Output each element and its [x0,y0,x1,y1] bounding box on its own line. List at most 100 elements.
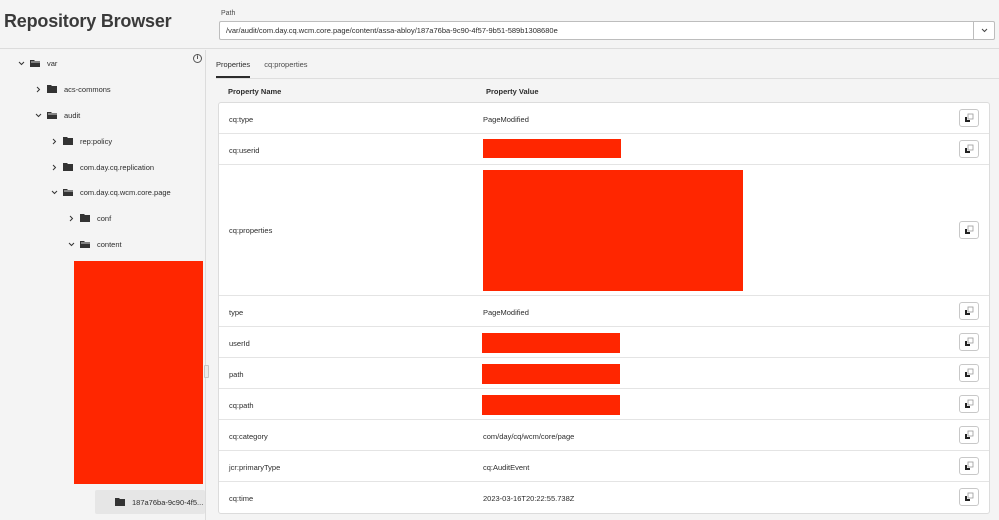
tree-node-wcm-core-page[interactable]: com.day.cq.wcm.core.page [49,184,171,200]
tree-node-label: acs-commons [64,84,111,94]
chevron-right-icon[interactable] [49,164,59,171]
copy-button[interactable] [959,488,979,506]
chevron-right-icon[interactable] [33,86,43,93]
redacted-value [483,170,743,291]
table-row: cq:properties [219,165,989,296]
folder-open-icon [63,188,74,196]
tree-node-label: audit [64,110,81,120]
copy-icon [965,492,974,501]
table-row: cq:userid [219,134,989,165]
tab-bar: Properties cq:properties [216,50,322,78]
tree-node-conf[interactable]: conf [66,210,111,226]
chevron-down-icon[interactable] [16,61,26,66]
copy-icon [965,144,974,153]
copy-icon [965,337,974,346]
tree-node-audit[interactable]: audit [33,107,80,123]
folder-icon [115,498,126,506]
property-value: PageModified [483,308,529,317]
tab-properties[interactable]: Properties [216,50,251,78]
folder-open-icon [30,59,41,67]
table-row: type PageModified [219,296,989,327]
property-name: cq:path [229,401,254,410]
info-icon[interactable]: i [193,54,202,63]
tree-node-content[interactable]: content [66,236,122,252]
chevron-down-icon[interactable] [49,190,59,195]
redacted-tree-region [74,261,203,484]
property-name: userId [229,339,250,348]
copy-icon [965,430,974,439]
copy-icon [965,306,974,315]
chevron-right-icon[interactable] [66,215,76,222]
folder-open-icon [80,240,91,248]
page-title: Repository Browser [4,11,172,31]
copy-button[interactable] [959,333,979,351]
tree-node-label: var [47,58,58,68]
table-row: cq:time 2023-03-16T20:22:55.738Z [219,482,989,513]
tree-node-label: conf [97,213,112,223]
chevron-down-icon[interactable] [66,242,76,247]
copy-icon [965,225,974,234]
copy-button[interactable] [959,395,979,413]
redacted-value [482,364,620,384]
copy-icon [965,399,974,408]
table-row: cq:type PageModified [219,103,989,134]
property-name: cq:properties [229,226,273,235]
property-name: cq:type [229,115,254,124]
chevron-right-icon[interactable] [49,138,59,145]
property-value: cq:AuditEvent [483,463,530,472]
property-name: path [229,370,244,379]
copy-icon [965,461,974,470]
tree-node-rep-policy[interactable]: rep:policy [49,133,112,149]
copy-button[interactable] [959,302,979,320]
column-header-name: Property Name [228,87,282,96]
copy-button[interactable] [959,140,979,158]
properties-table: cq:type PageModified cq:userid cq:proper… [218,102,990,514]
tree-node-label: com.day.cq.replication [80,162,155,172]
path-input[interactable] [220,22,973,39]
copy-button[interactable] [959,109,979,127]
tab-cq-properties[interactable]: cq:properties [264,50,307,78]
property-value: com/day/cq/wcm/core/page [483,432,575,441]
folder-icon [80,214,91,222]
folder-icon [47,85,58,93]
copy-icon [965,368,974,377]
tree-node-acs-commons[interactable]: acs-commons [33,81,111,97]
folder-icon [63,163,74,171]
tree-node-label: 187a76ba-9c90-4f5... [132,497,204,507]
tree-node-label: com.day.cq.wcm.core.page [80,187,171,197]
chevron-down-icon [981,28,987,33]
tree-node-replication[interactable]: com.day.cq.replication [49,159,154,175]
redacted-value [482,395,620,415]
path-label: Path [221,10,236,17]
table-row: cq:category com/day/cq/wcm/core/page [219,420,989,451]
repository-tree: i var acs-commons audit rep:policy com.d… [0,50,206,520]
properties-panel: Properties cq:properties Property Name P… [207,50,999,520]
chevron-down-icon[interactable] [33,113,43,118]
table-row: cq:path [219,389,989,420]
folder-open-icon [47,111,58,119]
tree-node-selected[interactable]: 187a76ba-9c90-4f5... [95,490,205,514]
column-header-value: Property Value [486,87,539,96]
copy-button[interactable] [959,426,979,444]
tree-node-label: content [97,239,122,249]
property-name: cq:userid [229,146,260,155]
table-row: path [219,358,989,389]
redacted-value [483,139,621,158]
table-row: userId [219,327,989,358]
property-name: type [229,308,244,317]
header: Repository Browser Path [0,0,999,49]
table-row: jcr:primaryType cq:AuditEvent [219,451,989,482]
property-value: 2023-03-16T20:22:55.738Z [483,494,575,503]
copy-button[interactable] [959,364,979,382]
property-value: PageModified [483,115,529,124]
tree-node-var[interactable]: var [16,55,57,71]
copy-button[interactable] [959,221,979,239]
copy-button[interactable] [959,457,979,475]
folder-icon [63,137,74,145]
property-name: cq:category [229,432,268,441]
tabs-divider [216,78,999,79]
path-combobox[interactable] [219,21,995,40]
copy-icon [965,113,974,122]
redacted-value [482,333,620,353]
path-dropdown-button[interactable] [973,22,994,39]
